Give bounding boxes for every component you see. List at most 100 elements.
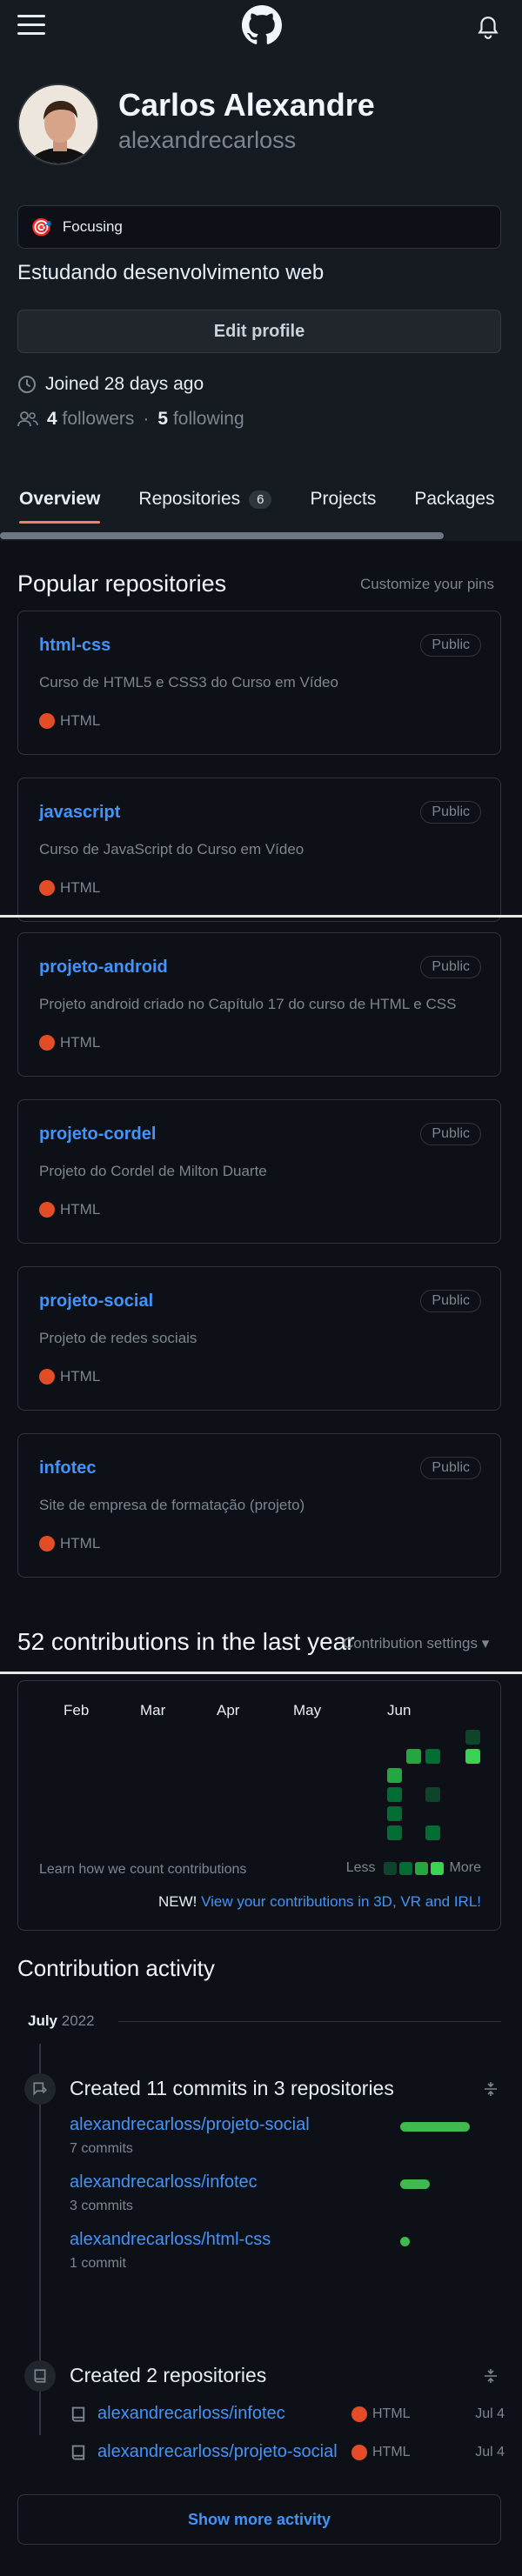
screenshot-seam — [0, 1672, 522, 1674]
repo-link[interactable]: projeto-social — [39, 1291, 153, 1311]
repo-card: infotec Public Site de empresa de format… — [17, 1433, 501, 1578]
activity-title: Contribution activity — [17, 1955, 215, 1981]
language-color-dot — [39, 1202, 55, 1218]
new-badge-text: NEW! — [157, 1893, 197, 1910]
repo-link[interactable]: infotec — [39, 1458, 97, 1478]
commit-count[interactable]: 3 commits — [70, 2199, 133, 2214]
repo-language: HTML — [60, 1368, 101, 1385]
clock-icon — [17, 375, 37, 394]
visibility-badge: Public — [420, 1457, 481, 1479]
legend-level-2 — [398, 1861, 412, 1875]
commit-count[interactable]: 7 commits — [70, 2141, 133, 2157]
tab-repositories[interactable]: Repositories 6 — [119, 470, 291, 529]
profile-bio: Estudando desenvolvimento web — [17, 261, 325, 284]
commit-repo-link[interactable]: alexandrecarloss/infotec — [70, 2172, 258, 2192]
repo-card: html-css Public Curso de HTML5 e CSS3 do… — [17, 611, 501, 755]
repo-language: HTML — [372, 2406, 411, 2421]
contribution-day[interactable] — [406, 1749, 421, 1764]
legend-more: More — [449, 1860, 481, 1875]
contribution-settings-button[interactable]: Contribution settings ▾ — [343, 1635, 489, 1652]
followers-link[interactable]: 4 followers — [47, 409, 134, 430]
repo-card: projeto-android Public Projeto android c… — [17, 932, 501, 1077]
repo-icon — [70, 2406, 87, 2423]
commit-repo-link[interactable]: alexandrecarloss/projeto-social — [70, 2115, 310, 2135]
hamburger-icon[interactable] — [17, 12, 47, 38]
contribution-day[interactable] — [387, 1768, 402, 1783]
status-text: Focusing — [62, 218, 123, 235]
following-link[interactable]: 5 following — [157, 409, 244, 430]
repo-description: Projeto do Cordel de Milton Duarte — [39, 1163, 267, 1179]
status-box[interactable]: 🎯 Focusing — [17, 205, 501, 249]
activity-month: July 2022 — [28, 2012, 95, 2029]
month-label: Feb — [64, 1702, 90, 1718]
tab-overview[interactable]: Overview — [0, 470, 119, 529]
repo-link[interactable]: projeto-cordel — [39, 1124, 156, 1145]
tab-projects[interactable]: Projects — [291, 470, 395, 529]
tabs-scrollbar[interactable] — [0, 532, 444, 539]
contributions-title: 52 contributions in the last year — [17, 1628, 355, 1655]
legend-level-1 — [383, 1861, 397, 1875]
repo-link[interactable]: javascript — [39, 803, 120, 823]
fold-icon[interactable] — [482, 2367, 499, 2385]
commit-repo-link[interactable]: alexandrecarloss/html-css — [70, 2230, 271, 2250]
repo-description: Curso de HTML5 e CSS3 do Curso em Vídeo — [39, 674, 338, 691]
bell-icon[interactable] — [477, 16, 499, 40]
repo-card: javascript Public Curso de JavaScript do… — [17, 777, 501, 922]
month-label: Jun — [387, 1702, 412, 1718]
repo-description: Site de empresa de formatação (projeto) — [39, 1497, 305, 1513]
joined-text: Joined 28 days ago — [45, 374, 204, 394]
contribution-day[interactable] — [387, 1806, 402, 1821]
commit-bar — [400, 2237, 410, 2246]
commit-bar — [400, 2122, 470, 2132]
profile-login: alexandrecarloss — [118, 127, 297, 153]
repo-language: HTML — [60, 879, 101, 896]
created-date: Jul 4 — [475, 2406, 505, 2421]
created-repo-link[interactable]: alexandrecarloss/infotec — [97, 2404, 341, 2424]
repo-language: HTML — [60, 1201, 101, 1218]
profile-tabs: Overview Repositories 6 Projects Packages — [0, 470, 522, 529]
follow-row: 4 followers · 5 following — [17, 409, 244, 430]
month-rule — [118, 2021, 501, 2022]
legend-less: Less — [345, 1860, 376, 1875]
learn-contributions-link[interactable]: Learn how we count contributions — [39, 1862, 246, 1878]
repositories-counter: 6 — [249, 490, 272, 509]
contributions-3d-link[interactable]: View your contributions in 3D, VR and IR… — [201, 1893, 481, 1910]
repo-push-icon — [24, 2073, 56, 2105]
language-color-dot — [39, 713, 55, 729]
repo-language: HTML — [60, 712, 101, 729]
contribution-day[interactable] — [425, 1787, 440, 1802]
popular-repos-title: Popular repositories — [17, 571, 227, 597]
screenshot-seam — [0, 915, 522, 918]
tab-packages[interactable]: Packages — [395, 470, 513, 529]
contribution-day[interactable] — [425, 1749, 440, 1764]
avatar[interactable] — [17, 83, 99, 165]
fold-icon[interactable] — [482, 2080, 499, 2098]
top-bar — [0, 0, 522, 54]
created-date: Jul 4 — [475, 2444, 505, 2459]
repo-description: Curso de JavaScript do Curso em Vídeo — [39, 841, 304, 858]
contribution-day[interactable] — [387, 1787, 402, 1802]
contribution-day[interactable] — [465, 1749, 480, 1764]
commit-count[interactable]: 1 commit — [70, 2256, 126, 2272]
new-3d-promo: NEW! View your contributions in 3D, VR a… — [158, 1893, 481, 1911]
repo-link[interactable]: projeto-android — [39, 958, 168, 978]
github-logo-icon[interactable] — [242, 5, 282, 45]
repo-link[interactable]: html-css — [39, 636, 110, 656]
contribution-graph: Feb Mar Apr May Jun Learn how we count c… — [17, 1680, 501, 1931]
contribution-day[interactable] — [425, 1825, 440, 1840]
commits-heading: Created 11 commits in 3 repositories — [70, 2077, 394, 2099]
created-repo-link[interactable]: alexandrecarloss/projeto-social — [97, 2442, 341, 2462]
contribution-day[interactable] — [387, 1825, 402, 1840]
legend-level-4 — [430, 1861, 444, 1875]
contribution-day[interactable] — [465, 1730, 480, 1745]
language-color-dot — [39, 1369, 55, 1385]
visibility-badge: Public — [420, 1123, 481, 1145]
month-label: Apr — [217, 1702, 240, 1718]
language-color-dot — [351, 2406, 367, 2422]
edit-profile-button[interactable]: Edit profile — [17, 310, 501, 353]
show-more-activity-button[interactable]: Show more activity — [17, 2494, 501, 2545]
customize-pins-link[interactable]: Customize your pins — [360, 576, 494, 593]
month-label: Mar — [140, 1702, 166, 1718]
created-repo-row: alexandrecarloss/projeto-social HTML Jul… — [70, 2442, 505, 2462]
follow-separator: · — [143, 409, 150, 429]
